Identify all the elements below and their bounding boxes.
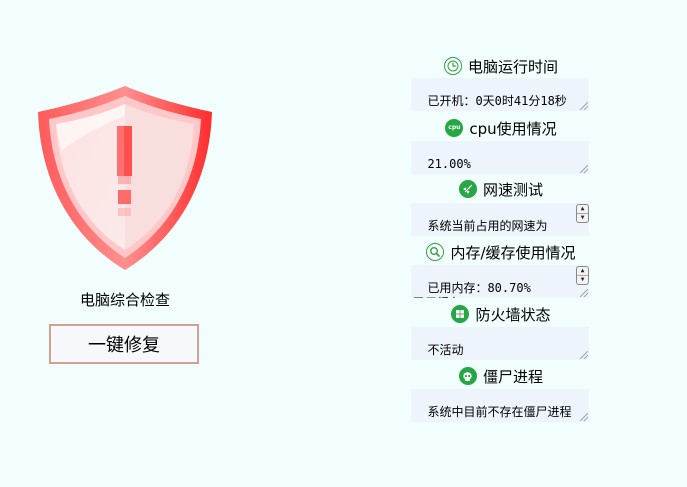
scroll-up-icon[interactable]: ▲ <box>577 205 588 213</box>
cpu-section-title: cpu cpu使用情况 <box>411 117 591 139</box>
computer-check-label: 电脑综合检查 <box>79 291 170 309</box>
resize-grip-icon[interactable] <box>580 351 588 359</box>
cpu-textarea[interactable]: 21.00% <box>411 141 589 174</box>
magnifier-icon <box>426 243 445 261</box>
memory-section-title: 内存/缓存使用情况 <box>411 241 591 263</box>
firewall-section-title: 防火墙状态 <box>411 303 591 325</box>
uptime-section-title: 电脑运行时间 <box>411 55 591 77</box>
one-click-repair-button[interactable]: 一键修复 <box>49 324 199 364</box>
firewall-textarea[interactable]: 不活动 <box>411 327 589 360</box>
scroll-down-icon[interactable]: ▼ <box>577 275 588 284</box>
zombie-process-textarea[interactable]: 系统中目前不存在僵尸进程 <box>411 389 589 422</box>
memory-textarea[interactable]: 已用内存：80.70% 已用缓存：23.46% ▲ ▼ <box>411 265 589 298</box>
network-speed-textarea[interactable]: 系统当前占用的网速为 2.1KB/s ▲ ▼ <box>411 203 589 236</box>
scroll-up-icon[interactable]: ▲ <box>577 267 588 275</box>
resize-grip-icon[interactable] <box>580 289 588 297</box>
scroll-down-icon[interactable]: ▼ <box>577 213 588 222</box>
clock-icon <box>443 57 462 75</box>
resize-grip-icon[interactable] <box>580 102 588 110</box>
resize-grip-icon[interactable] <box>580 165 588 173</box>
skull-icon <box>458 367 477 385</box>
network-speed-section-title: 网速测试 <box>411 178 591 200</box>
scroll-stepper[interactable]: ▲ ▼ <box>576 204 589 223</box>
cpu-icon: cpu <box>445 119 464 137</box>
uptime-textarea[interactable]: 已开机：0天0时41分18秒 <box>411 78 589 111</box>
warning-shield-icon <box>38 86 212 270</box>
resize-grip-icon[interactable] <box>580 413 588 421</box>
windows-icon <box>451 305 470 323</box>
zombie-process-section-title: 僵尸进程 <box>411 365 591 387</box>
scroll-stepper[interactable]: ▲ ▼ <box>576 266 589 285</box>
rocket-icon <box>458 180 477 198</box>
